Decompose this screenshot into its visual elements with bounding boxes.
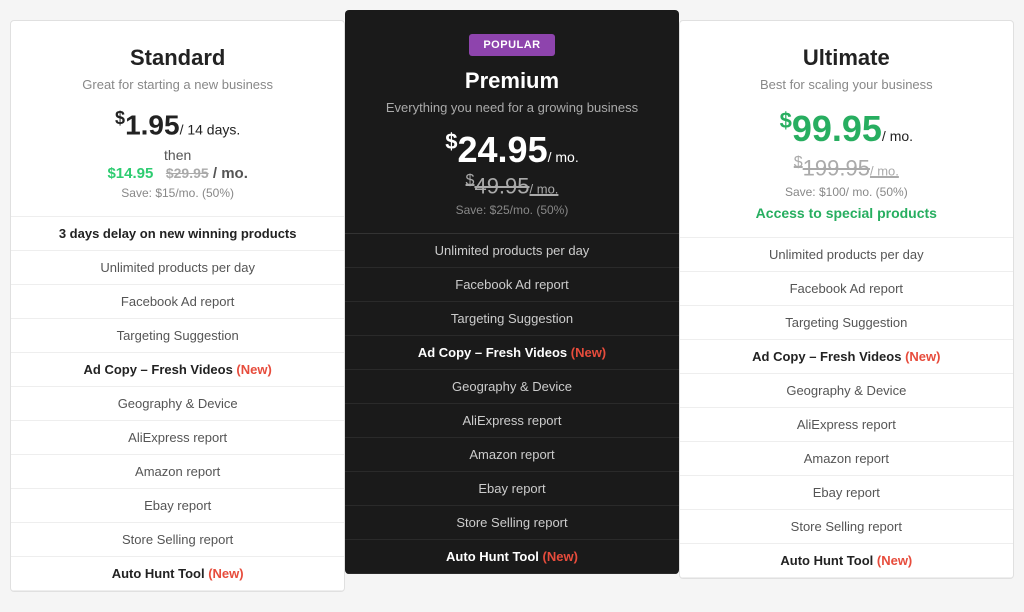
premium-feature-8: Store Selling report: [345, 506, 678, 540]
standard-plan-header: Standard Great for starting a new busine…: [11, 21, 344, 217]
standard-plan-card: Standard Great for starting a new busine…: [10, 20, 345, 592]
ultimate-special-access: Access to special products: [700, 205, 993, 221]
premium-feature-0: Unlimited products per day: [345, 234, 678, 268]
standard-features-list: 3 days delay on new winning products Unl…: [11, 217, 344, 591]
standard-feature-0: 3 days delay on new winning products: [11, 217, 344, 251]
premium-feature-1: Facebook Ad report: [345, 268, 678, 302]
premium-feature-2: Targeting Suggestion: [345, 302, 678, 336]
premium-feature-7: Ebay report: [345, 472, 678, 506]
standard-feature-4: Ad Copy – Fresh Videos (New): [11, 353, 344, 387]
premium-feature-3: Ad Copy – Fresh Videos (New): [345, 336, 678, 370]
standard-plan-desc: Great for starting a new business: [31, 77, 324, 92]
ultimate-plan-card: Ultimate Best for scaling your business …: [679, 20, 1014, 579]
ultimate-feature-6: Amazon report: [680, 442, 1013, 476]
standard-feature-1: Unlimited products per day: [11, 251, 344, 285]
ultimate-price-green: $99.95/ mo.: [780, 108, 913, 149]
standard-sale-price: $14.95: [107, 165, 153, 182]
ultimate-save-text: Save: $100/ mo. (50%): [700, 185, 993, 199]
premium-plan-header: POPULAR Premium Everything you need for …: [345, 10, 678, 234]
premium-feature-5: AliExpress report: [345, 404, 678, 438]
standard-original-price: $29.95: [166, 165, 209, 181]
ultimate-feature-5: AliExpress report: [680, 408, 1013, 442]
ultimate-feature-2: Targeting Suggestion: [680, 306, 1013, 340]
standard-feature-8: Ebay report: [11, 489, 344, 523]
ultimate-plan-name: Ultimate: [700, 45, 993, 71]
standard-feature-7: Amazon report: [11, 455, 344, 489]
pricing-container: Standard Great for starting a new busine…: [0, 20, 1024, 592]
premium-feature-6: Amazon report: [345, 438, 678, 472]
premium-price-original: $49.95/ mo.: [365, 172, 658, 199]
standard-period: / mo.: [213, 165, 248, 182]
premium-plan-name: Premium: [365, 68, 658, 94]
ultimate-feature-9: Auto Hunt Tool (New): [680, 544, 1013, 578]
premium-feature-4: Geography & Device: [345, 370, 678, 404]
premium-feature-9: Auto Hunt Tool (New): [345, 540, 678, 574]
ultimate-price-original: $199.95/ mo.: [700, 154, 993, 181]
standard-feature-5: Geography & Device: [11, 387, 344, 421]
premium-plan-card: POPULAR Premium Everything you need for …: [345, 10, 678, 574]
standard-then-label: then: [31, 147, 324, 163]
standard-feature-10: Auto Hunt Tool (New): [11, 557, 344, 591]
standard-feature-6: AliExpress report: [11, 421, 344, 455]
ultimate-feature-3: Ad Copy – Fresh Videos (New): [680, 340, 1013, 374]
popular-badge: POPULAR: [469, 34, 554, 56]
standard-feature-2: Facebook Ad report: [11, 285, 344, 319]
ultimate-plan-desc: Best for scaling your business: [700, 77, 993, 92]
standard-plan-name: Standard: [31, 45, 324, 71]
premium-features-list: Unlimited products per day Facebook Ad r…: [345, 234, 678, 574]
ultimate-feature-8: Store Selling report: [680, 510, 1013, 544]
standard-feature-3: Targeting Suggestion: [11, 319, 344, 353]
ultimate-feature-0: Unlimited products per day: [680, 238, 1013, 272]
standard-trial-price: $1.95/ 14 days.: [31, 108, 324, 141]
ultimate-feature-4: Geography & Device: [680, 374, 1013, 408]
standard-then-prices: $14.95 $29.95 / mo.: [31, 165, 324, 182]
ultimate-plan-header: Ultimate Best for scaling your business …: [680, 21, 1013, 238]
standard-feature-9: Store Selling report: [11, 523, 344, 557]
standard-save-text: Save: $15/mo. (50%): [31, 186, 324, 200]
ultimate-feature-1: Facebook Ad report: [680, 272, 1013, 306]
ultimate-feature-7: Ebay report: [680, 476, 1013, 510]
premium-save-text: Save: $25/mo. (50%): [365, 203, 658, 217]
ultimate-features-list: Unlimited products per day Facebook Ad r…: [680, 238, 1013, 578]
premium-plan-desc: Everything you need for a growing busine…: [365, 100, 658, 115]
premium-price-main: $24.95/ mo.: [365, 131, 658, 168]
